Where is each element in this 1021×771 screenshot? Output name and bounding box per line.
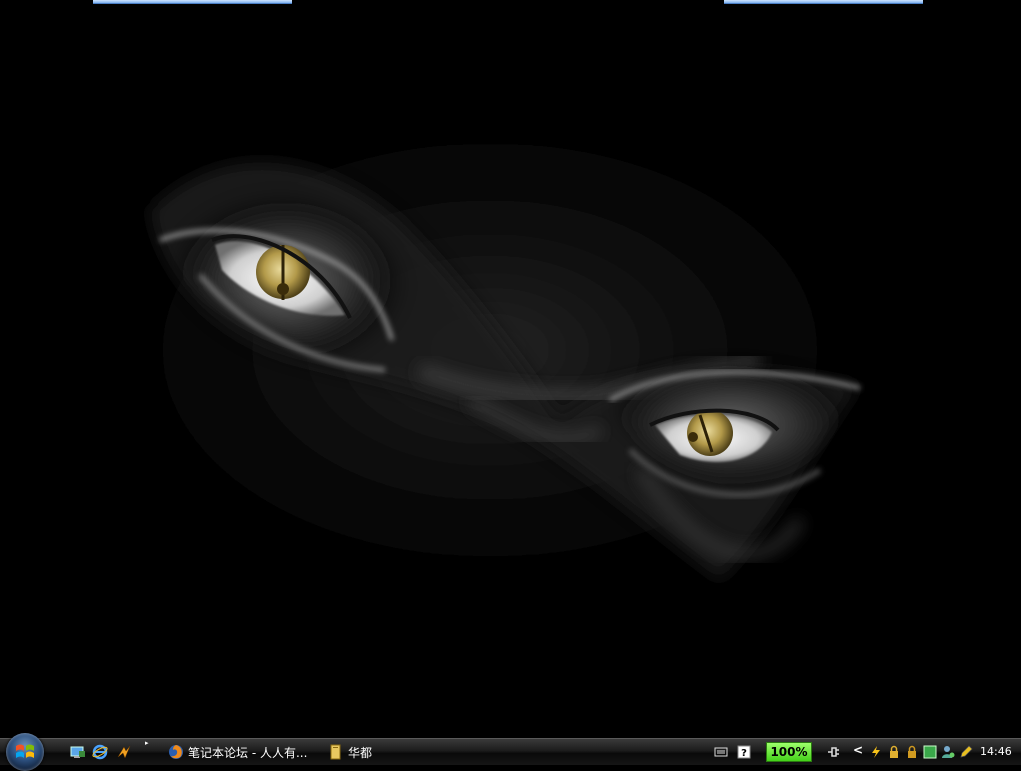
- taskbar-item-forum[interactable]: 笔记本论坛 - 人人有...: [168, 741, 318, 763]
- taskbar-clock[interactable]: 14:46: [980, 745, 1012, 758]
- taskbar-item-folder[interactable]: 华都: [328, 741, 408, 763]
- desktop[interactable]: [0, 0, 1021, 738]
- taskbar: ▸ 笔记本论坛 - 人人有... 华都 ? 100% < 14:46: [0, 733, 1021, 771]
- battery-indicator[interactable]: 100%: [766, 742, 812, 762]
- svg-text:?: ?: [741, 748, 747, 759]
- start-button[interactable]: [6, 733, 44, 771]
- green-square-icon[interactable]: [923, 745, 937, 759]
- help-icon[interactable]: ?: [737, 745, 751, 759]
- taskbar-item-label: 华都: [348, 745, 373, 760]
- wallpaper-image: [110, 110, 870, 590]
- pencil-icon[interactable]: [959, 745, 973, 759]
- show-hidden-icons-icon[interactable]: <: [853, 743, 863, 757]
- firefox-icon: [169, 745, 183, 759]
- power-plug-icon[interactable]: [826, 745, 840, 759]
- lock-alt-icon[interactable]: [905, 745, 919, 759]
- top-right-bar: [724, 0, 923, 4]
- show-desktop-icon[interactable]: [70, 744, 86, 760]
- internet-explorer-icon[interactable]: [92, 744, 108, 760]
- lock-icon[interactable]: [887, 745, 901, 759]
- lightning-icon[interactable]: [869, 745, 883, 759]
- quick-launch-more-icon[interactable]: ▸: [145, 739, 149, 747]
- folder-icon: [330, 744, 341, 760]
- top-left-bar: [93, 0, 292, 4]
- user-network-icon[interactable]: [941, 745, 955, 759]
- windows-logo-icon: [16, 744, 34, 758]
- winamp-icon[interactable]: [116, 744, 132, 760]
- taskbar-item-label: 笔记本论坛 - 人人有...: [188, 745, 308, 760]
- keyboard-icon[interactable]: [714, 745, 728, 759]
